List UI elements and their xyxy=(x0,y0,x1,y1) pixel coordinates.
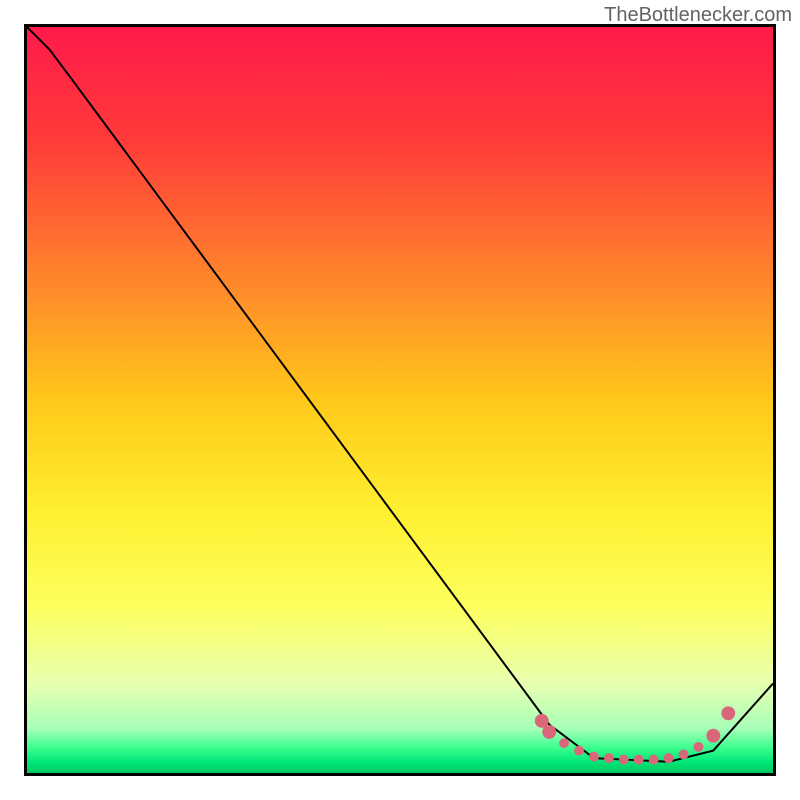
data-marker xyxy=(649,755,659,765)
data-marker xyxy=(542,725,556,739)
data-marker xyxy=(559,738,569,748)
chart-container: TheBottlenecker.com xyxy=(0,0,800,800)
data-marker xyxy=(664,753,674,763)
plot-area xyxy=(24,24,776,776)
data-marker xyxy=(693,742,703,752)
data-marker xyxy=(679,749,689,759)
data-marker xyxy=(619,755,629,765)
data-marker xyxy=(604,753,614,763)
watermark-text: TheBottlenecker.com xyxy=(604,4,792,27)
data-marker xyxy=(706,729,720,743)
curve-overlay xyxy=(27,27,773,773)
data-marker xyxy=(589,752,599,762)
data-marker xyxy=(634,755,644,765)
bottleneck-curve xyxy=(27,27,773,762)
data-marker xyxy=(721,706,735,720)
data-marker xyxy=(574,746,584,756)
